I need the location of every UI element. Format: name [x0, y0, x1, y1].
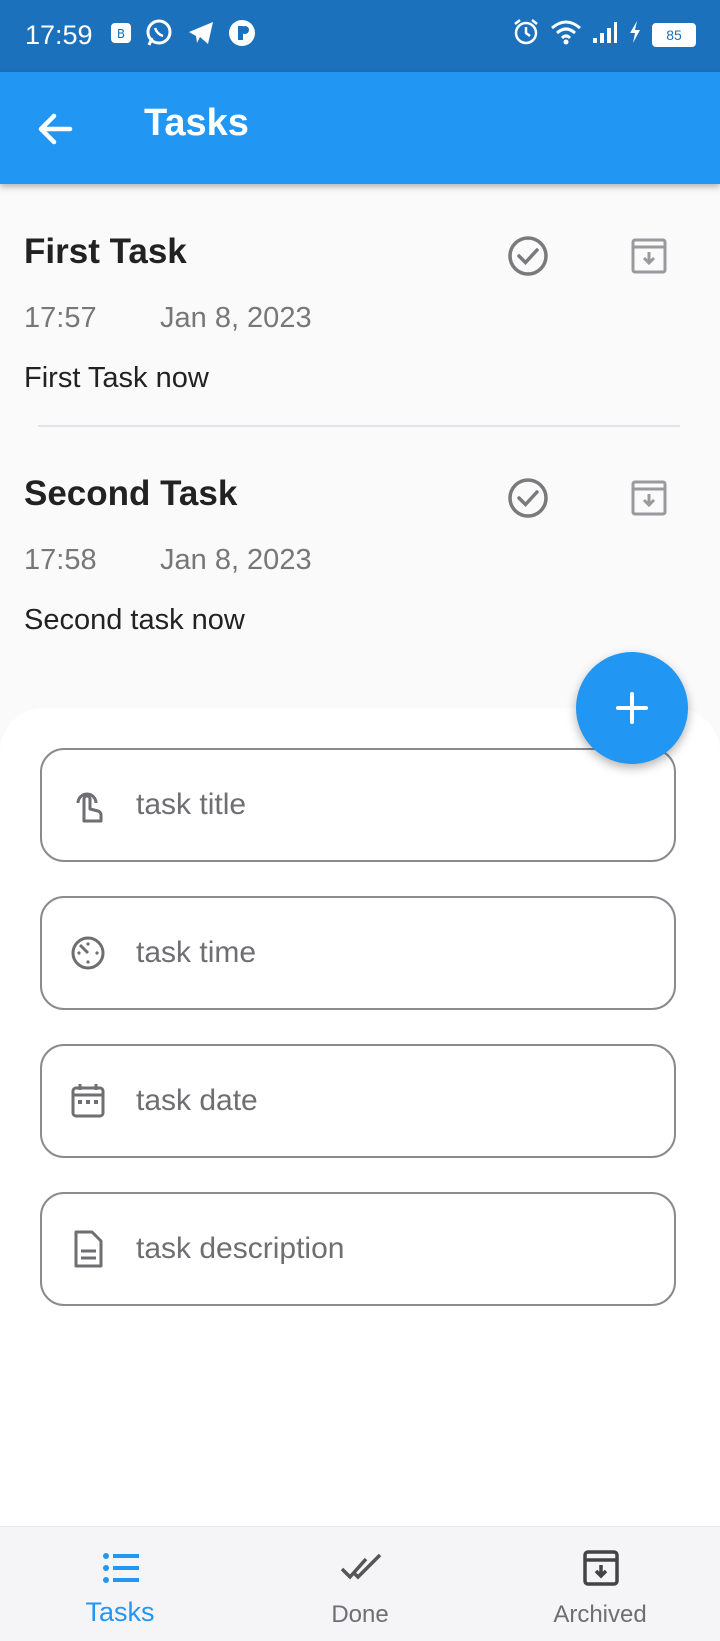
app-bar: Tasks: [0, 72, 720, 184]
battery-level: 85: [652, 22, 696, 47]
task-item[interactable]: Second Task 17:58 Jan 8, 2023 Second tas…: [0, 442, 720, 662]
whatsapp-icon: [144, 18, 174, 53]
check-circle-icon: [508, 478, 548, 518]
timelapse-icon: [71, 936, 105, 970]
page-title: Tasks: [144, 102, 249, 144]
app-notification-icon: B: [110, 22, 132, 49]
mark-done-button[interactable]: [505, 475, 551, 521]
task-item[interactable]: First Task 17:57 Jan 8, 2023 First Task …: [0, 200, 720, 420]
plus-icon: [616, 692, 648, 724]
task-date-field[interactable]: task date: [40, 1044, 676, 1158]
divider: [38, 425, 680, 427]
add-task-fab[interactable]: [576, 652, 688, 764]
alarm-icon: [512, 18, 540, 51]
nav-label-archived: Archived: [553, 1601, 647, 1628]
list-icon: [103, 1553, 139, 1583]
archive-button[interactable]: [626, 475, 672, 521]
add-task-sheet: task title task time task date task desc…: [0, 708, 720, 1526]
task-date: Jan 8, 2023: [160, 544, 312, 576]
description-icon: [74, 1230, 103, 1268]
nav-label-done: Done: [331, 1601, 389, 1628]
task-time: 17:57: [24, 302, 97, 334]
nav-label-tasks: Tasks: [85, 1597, 155, 1627]
system-icons: 85: [512, 18, 696, 51]
calendar-icon: [71, 1084, 105, 1118]
app-circle-icon: [228, 19, 256, 52]
nav-item-archived[interactable]: Archived: [480, 1527, 720, 1641]
task-time-placeholder: task time: [136, 936, 257, 969]
arrow-back-icon: [38, 113, 73, 145]
notification-icons: B: [110, 18, 256, 53]
task-title-field[interactable]: task title: [40, 748, 676, 862]
task-description: Second task now: [24, 604, 245, 636]
check-circle-icon: [508, 236, 548, 276]
bottom-navigation: Tasks Done Archived: [0, 1526, 720, 1641]
done-all-icon: [340, 1553, 382, 1580]
task-title-placeholder: task title: [136, 788, 247, 821]
charging-icon: [628, 20, 642, 49]
mark-done-button[interactable]: [505, 233, 551, 279]
back-button[interactable]: [30, 104, 80, 154]
task-date: Jan 8, 2023: [160, 302, 312, 334]
telegram-icon: [186, 18, 216, 53]
status-bar: 17:59 B 85: [0, 0, 720, 72]
task-description-field[interactable]: task description: [40, 1192, 676, 1306]
task-time: 17:58: [24, 544, 97, 576]
archive-icon: [631, 238, 667, 274]
wifi-icon: [550, 19, 582, 50]
status-time: 17:59: [25, 20, 93, 50]
task-title: First Task: [24, 232, 187, 271]
nav-item-done[interactable]: Done: [240, 1527, 480, 1641]
archive-icon: [583, 1550, 619, 1586]
task-time-field[interactable]: task time: [40, 896, 676, 1010]
touch-icon: [76, 792, 103, 823]
task-description-placeholder: task description: [136, 1232, 345, 1265]
signal-icon: [592, 20, 618, 49]
task-title: Second Task: [24, 474, 238, 513]
task-description: First Task now: [24, 362, 209, 394]
archive-icon: [631, 480, 667, 516]
archive-button[interactable]: [626, 233, 672, 279]
task-date-placeholder: task date: [136, 1084, 258, 1117]
nav-item-tasks[interactable]: Tasks: [0, 1527, 240, 1641]
svg-text:B: B: [117, 27, 125, 41]
